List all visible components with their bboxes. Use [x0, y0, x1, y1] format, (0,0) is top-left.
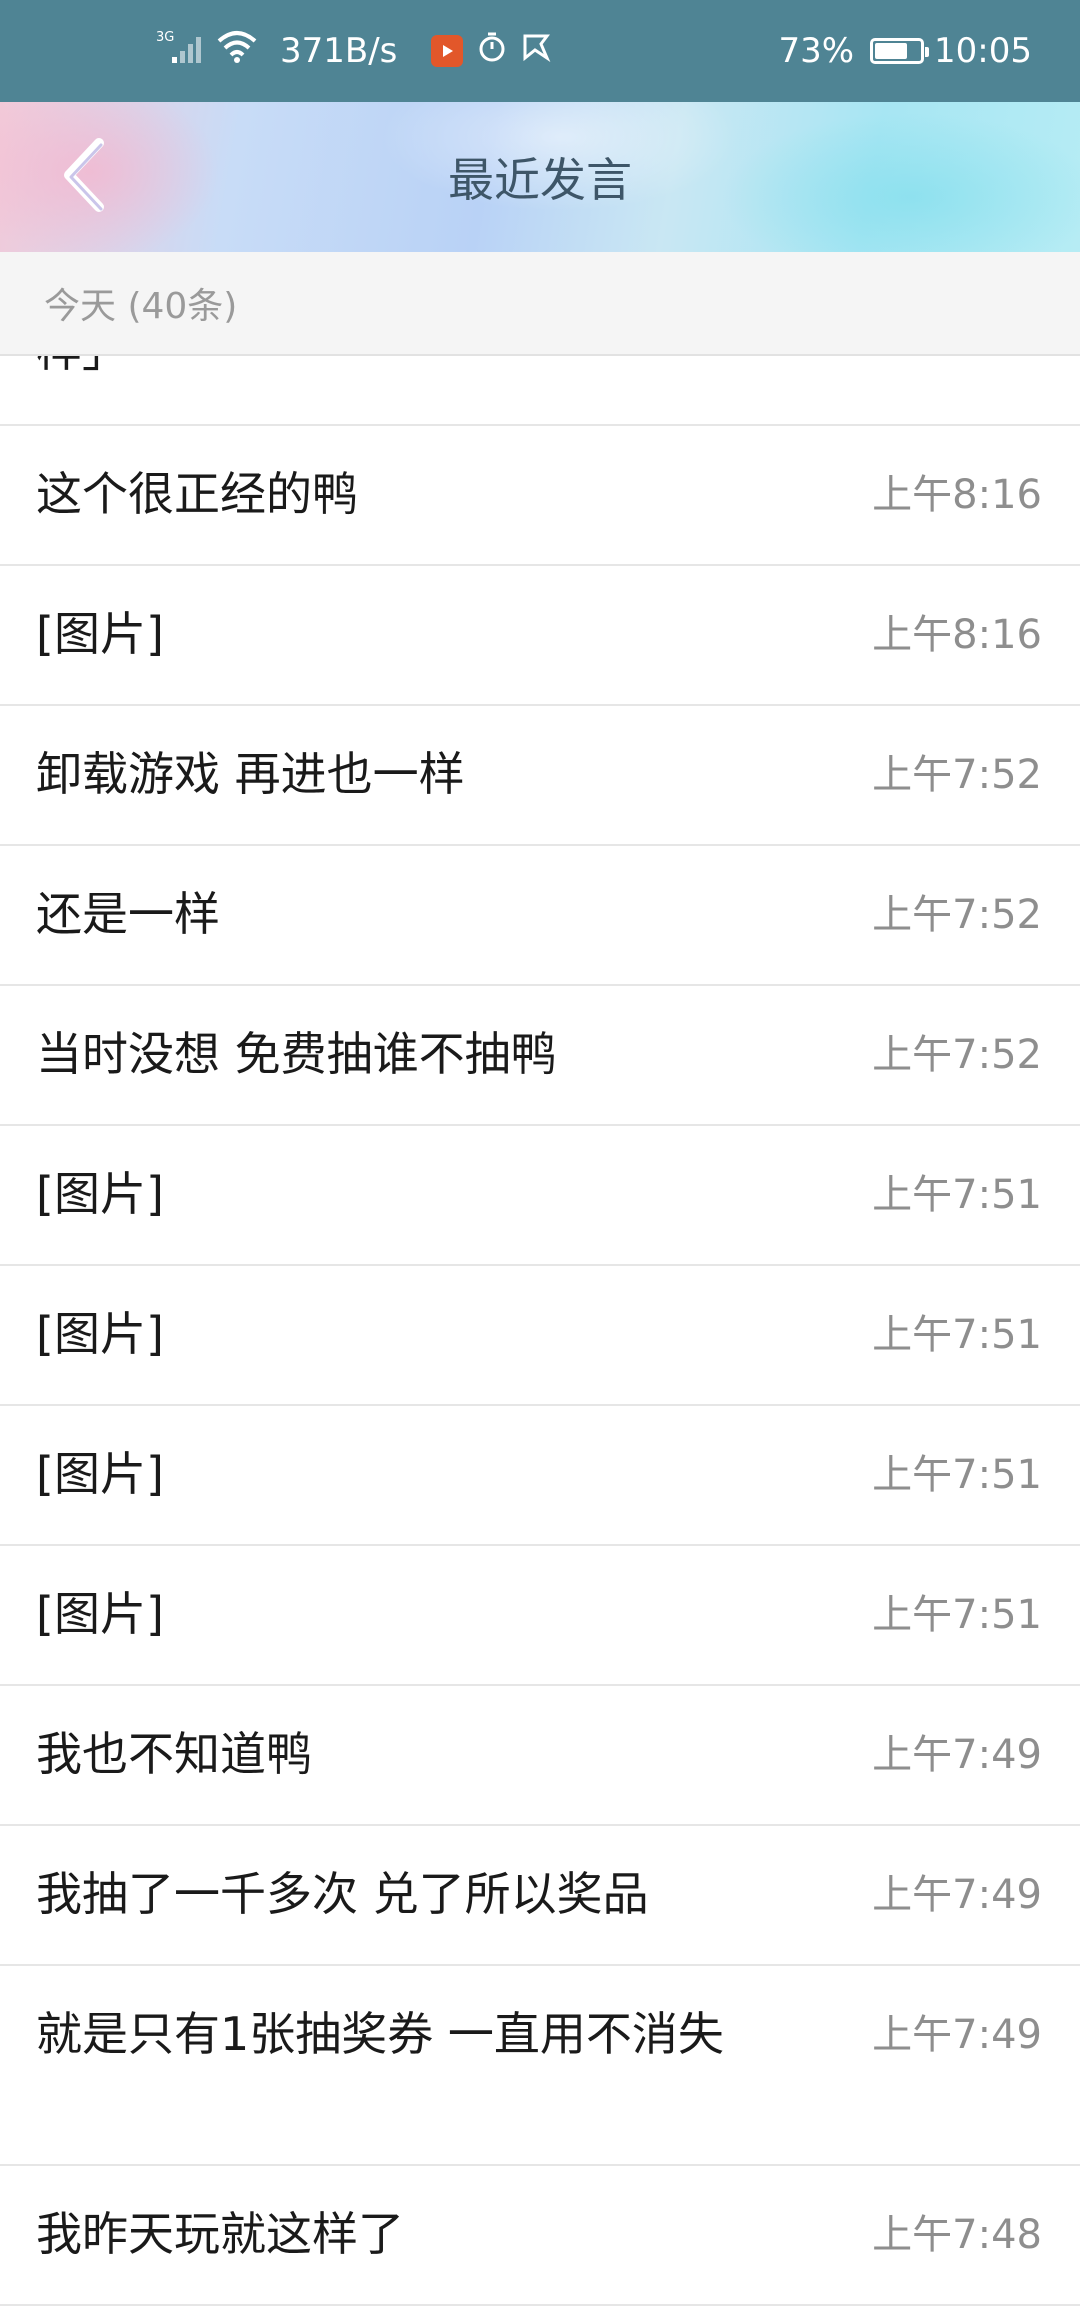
- section-header-today: 今天 (40条): [0, 252, 1080, 356]
- battery-tip: [925, 47, 930, 57]
- message-text: [图片]: [36, 1167, 164, 1221]
- message-text: 这个很正经的鸭: [36, 467, 358, 521]
- list-item[interactable]: 这个很正经的鸭 上午8:16: [0, 426, 1080, 566]
- message-time: 上午7:51: [872, 1172, 1042, 1218]
- svg-text:3G: 3G: [156, 30, 174, 45]
- message-text: [图片]: [36, 607, 164, 661]
- page-title: 最近发言: [448, 153, 632, 207]
- list-item[interactable]: [图片] 上午7:51: [0, 1266, 1080, 1406]
- message-text: [图片]: [36, 1307, 164, 1361]
- message-time: 上午7:52: [872, 892, 1042, 938]
- network-speed: 371B/s: [280, 31, 398, 71]
- message-time: 上午7:49: [872, 1872, 1042, 1918]
- message-time: 上午8:16: [872, 612, 1042, 658]
- list-item[interactable]: 我也不知道鸭 上午7:49: [0, 1686, 1080, 1826]
- list-item[interactable]: 还是一样 上午7:52: [0, 846, 1080, 986]
- message-text: 样」: [36, 356, 776, 378]
- battery-icon: [870, 38, 930, 64]
- message-time: 上午7:49: [872, 1732, 1042, 1778]
- message-time: 上午7:51: [872, 1312, 1042, 1358]
- list-item[interactable]: 我抽了一千多次 兑了所以奖品 上午7:49: [0, 1826, 1080, 1966]
- video-app-icon: [431, 35, 464, 67]
- message-time: 上午7:52: [872, 1032, 1042, 1078]
- list-item[interactable]: [图片] 上午7:51: [0, 1126, 1080, 1266]
- cellular-signal-icon: 3G: [156, 27, 204, 76]
- message-time: 上午7:49: [872, 2012, 1042, 2058]
- section-label: 今天 (40条): [44, 286, 238, 327]
- list-item[interactable]: [图片] 上午7:51: [0, 1546, 1080, 1686]
- list-item[interactable]: 我昨天玩就这样了 上午7:48: [0, 2166, 1080, 2306]
- message-time: 上午7:52: [872, 752, 1042, 798]
- clock: 10:05: [934, 31, 1032, 71]
- notification-icon: [521, 31, 551, 71]
- list-item[interactable]: [图片] 上午8:16: [0, 566, 1080, 706]
- message-text: [图片]: [36, 1587, 164, 1641]
- status-bar-left: 3G 371B/s: [156, 0, 551, 102]
- page-header: 最近发言: [0, 102, 1080, 252]
- message-text: 还是一样: [36, 887, 220, 941]
- message-text: 我也不知道鸭: [36, 1727, 312, 1781]
- timer-icon: [475, 30, 509, 73]
- list-item[interactable]: [图片] 上午7:51: [0, 1406, 1080, 1546]
- status-bar: 3G 371B/s 73% 10:05: [0, 0, 1080, 102]
- list-item[interactable]: 就是只有1张抽奖券 一直用不消失 上午7:49: [0, 1966, 1080, 2166]
- message-text: [图片]: [36, 1447, 164, 1501]
- message-text: 卸载游戏 再进也一样: [36, 747, 465, 801]
- battery-percent: 73%: [778, 31, 855, 71]
- message-text: 我抽了一千多次 兑了所以奖品: [36, 1867, 649, 1921]
- message-text: 当时没想 免费抽谁不抽鸭: [36, 1027, 557, 1081]
- message-text: 我昨天玩就这样了: [36, 2207, 404, 2261]
- message-time: 上午7:48: [872, 2212, 1042, 2258]
- message-time: 上午7:51: [872, 1452, 1042, 1498]
- battery-level-fill: [875, 43, 908, 59]
- wifi-icon: [216, 29, 258, 74]
- message-text: 就是只有1张抽奖券 一直用不消失: [36, 2007, 724, 2061]
- list-item[interactable]: 样」: [0, 356, 1080, 426]
- status-bar-right: 73% 10:05: [778, 0, 1032, 102]
- list-item[interactable]: 当时没想 免费抽谁不抽鸭 上午7:52: [0, 986, 1080, 1126]
- message-list[interactable]: 样」 这个很正经的鸭 上午8:16 [图片] 上午8:16 卸载游戏 再进也一样…: [0, 356, 1080, 2306]
- message-time: 上午8:16: [872, 472, 1042, 518]
- message-time: 上午7:51: [872, 1592, 1042, 1638]
- list-item[interactable]: 卸载游戏 再进也一样 上午7:52: [0, 706, 1080, 846]
